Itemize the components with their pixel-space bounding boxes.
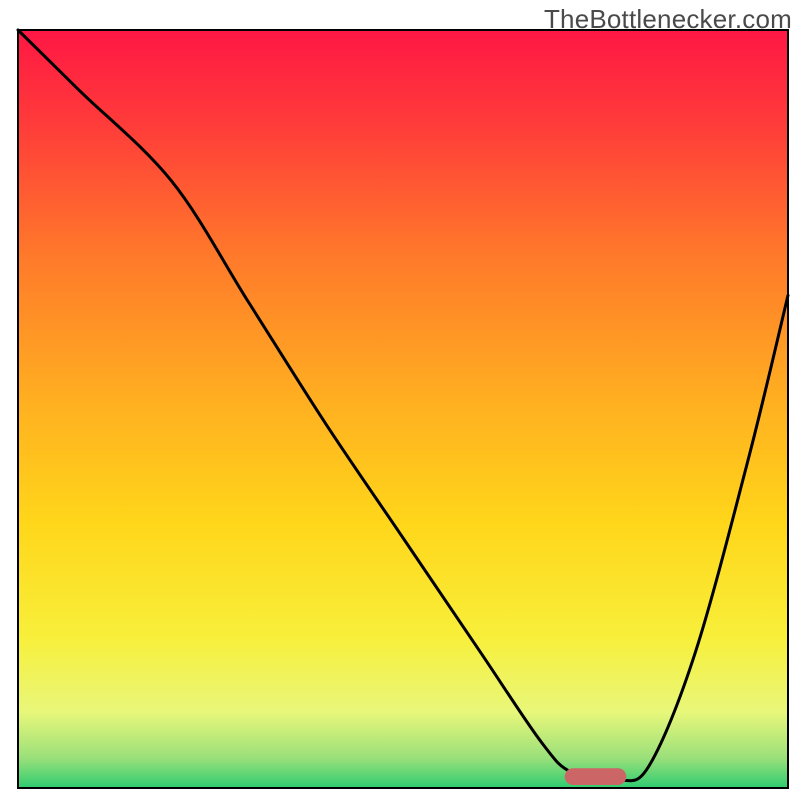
chart-stage: TheBottlenecker.com <box>0 0 800 800</box>
bottleneck-chart <box>0 0 800 800</box>
plot-area <box>18 30 788 788</box>
optimal-range-pill <box>565 768 627 785</box>
watermark-text: TheBottlenecker.com <box>544 4 792 35</box>
